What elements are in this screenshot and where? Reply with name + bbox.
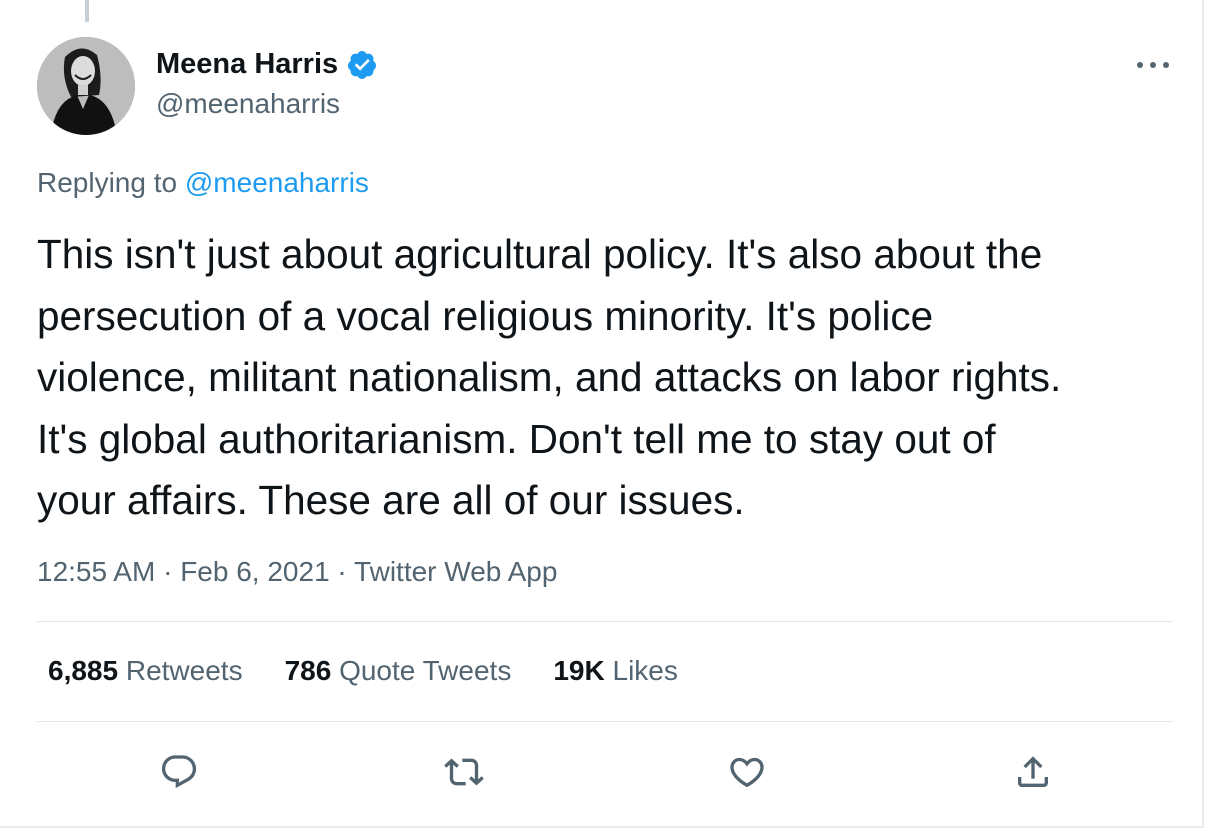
replying-prefix: Replying to — [37, 167, 185, 198]
quote-tweets-count: 786 — [284, 655, 332, 686]
verified-badge-icon — [348, 50, 377, 79]
retweets-stat[interactable]: 6,885 Retweets — [48, 655, 243, 687]
share-button[interactable] — [1013, 752, 1053, 792]
quote-tweets-stat[interactable]: 786 Quote Tweets — [285, 655, 512, 687]
replying-to: Replying to @meenaharris — [37, 167, 369, 199]
avatar-photo — [37, 37, 135, 135]
author-handle[interactable]: @meenaharris — [156, 88, 340, 120]
author-name-row[interactable]: Meena Harris — [156, 48, 378, 81]
divider — [37, 721, 1173, 722]
meta-separator: · — [329, 556, 355, 587]
tweet-text: This isn't just about agricultural polic… — [37, 231, 1062, 523]
retweets-count: 6,885 — [48, 655, 119, 686]
quote-tweets-label: Quote Tweets — [339, 655, 512, 686]
author-name[interactable]: Meena Harris — [156, 48, 338, 81]
retweet-button[interactable] — [444, 752, 484, 792]
more-horizontal-icon[interactable] — [1134, 55, 1172, 75]
meta-separator: · — [155, 556, 181, 587]
like-button[interactable] — [727, 752, 767, 792]
heart-icon — [730, 757, 764, 788]
thread-connector — [85, 0, 89, 22]
retweets-label: Retweets — [125, 655, 243, 686]
replying-to-link[interactable]: @meenaharris — [185, 167, 369, 198]
retweet-icon — [444, 758, 484, 786]
tweet-time[interactable]: 12:55 AM — [37, 556, 155, 587]
divider — [37, 621, 1173, 622]
likes-count: 19K — [553, 655, 605, 686]
share-icon — [1018, 756, 1048, 787]
reply-button[interactable] — [159, 752, 199, 792]
tweet-metadata: 12:55 AM · Feb 6, 2021 · Twitter Web App — [37, 556, 557, 588]
tweet-source[interactable]: Twitter Web App — [354, 556, 557, 587]
reply-icon — [161, 755, 197, 789]
likes-stat[interactable]: 19K Likes — [553, 655, 678, 687]
tweet-date[interactable]: Feb 6, 2021 — [180, 556, 329, 587]
likes-label: Likes — [612, 655, 678, 686]
avatar[interactable] — [37, 37, 135, 135]
tweet-card: Meena Harris @meenaharris Replying to @m… — [0, 0, 1204, 828]
engagement-stats: 6,885 Retweets 786 Quote Tweets 19K Like… — [48, 655, 720, 687]
